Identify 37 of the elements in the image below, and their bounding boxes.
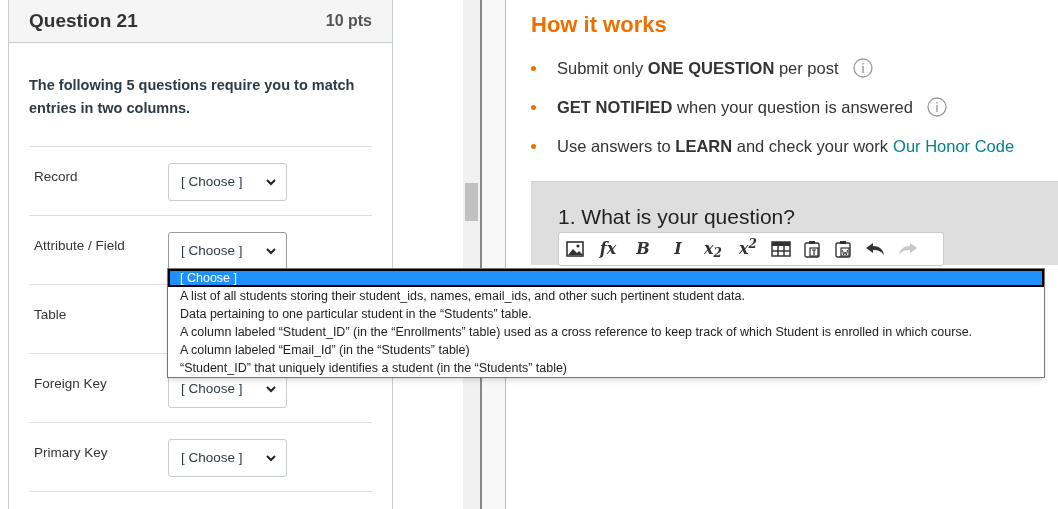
- dropdown-option[interactable]: A column labeled “Student_ID” (in the “Enrollments” table) used as a cross reference to keep track of which Student is enrolled in which course.: [168, 323, 1044, 341]
- question-title: Question 21: [29, 8, 138, 33]
- match-label: Primary Key: [33, 444, 109, 462]
- chevron-down-icon: [266, 455, 276, 462]
- clipboard-icon[interactable]: [832, 239, 854, 259]
- format-button[interactable]: x$^{2}$: [735, 239, 761, 259]
- honor-code-link[interactable]: Our Honor Code: [893, 133, 1015, 159]
- image-icon[interactable]: [564, 239, 586, 259]
- format-button[interactable]: x$_{2}$: [700, 239, 726, 259]
- question-points: 10 pts: [325, 11, 372, 31]
- bullet-text: Submit only ONE QUESTION per post: [557, 57, 839, 79]
- bullet-text: GET NOTIFIED when your question is answered: [557, 96, 913, 118]
- table-icon[interactable]: [770, 239, 792, 259]
- clipboard-icon[interactable]: [801, 239, 823, 259]
- bullet-text: Use answers to LEARN and check your work: [557, 135, 889, 157]
- chevron-down-icon: [266, 179, 276, 186]
- info-icon[interactable]: [852, 58, 873, 78]
- chevron-down-icon: [266, 386, 276, 393]
- format-button[interactable]: fx: [595, 239, 621, 259]
- dropdown-option[interactable]: Data pertaining to one particular student in the “Students” table.: [168, 305, 1044, 323]
- dropdown-option[interactable]: A list of all students storing their student_ids, names, email_ids, and other such pertinent student data.: [168, 287, 1044, 305]
- choose-select[interactable]: [ Choose ]: [168, 439, 287, 477]
- info-icon[interactable]: [926, 97, 947, 117]
- choose-select[interactable]: [ Choose ]: [168, 232, 287, 270]
- match-label: Foreign Key: [33, 375, 108, 393]
- section-heading: How it works: [531, 11, 668, 39]
- match-label: Attribute / Field: [33, 237, 126, 255]
- format-button[interactable]: I: [665, 239, 691, 259]
- match-label: Table: [33, 306, 68, 324]
- question-prompt: The following 5 questions require you to match entries in two columns.: [29, 76, 356, 118]
- match-label: Record: [33, 168, 79, 186]
- dropdown-option[interactable]: A column labeled “Email_Id” (in the “Students” table): [168, 341, 1044, 359]
- chevron-down-icon: [266, 248, 276, 255]
- choose-select[interactable]: [ Choose ]: [168, 163, 287, 201]
- scrollbar-thumb[interactable]: [465, 183, 478, 221]
- format-button[interactable]: B: [630, 239, 656, 259]
- editor-title: 1. What is your question?: [558, 204, 796, 230]
